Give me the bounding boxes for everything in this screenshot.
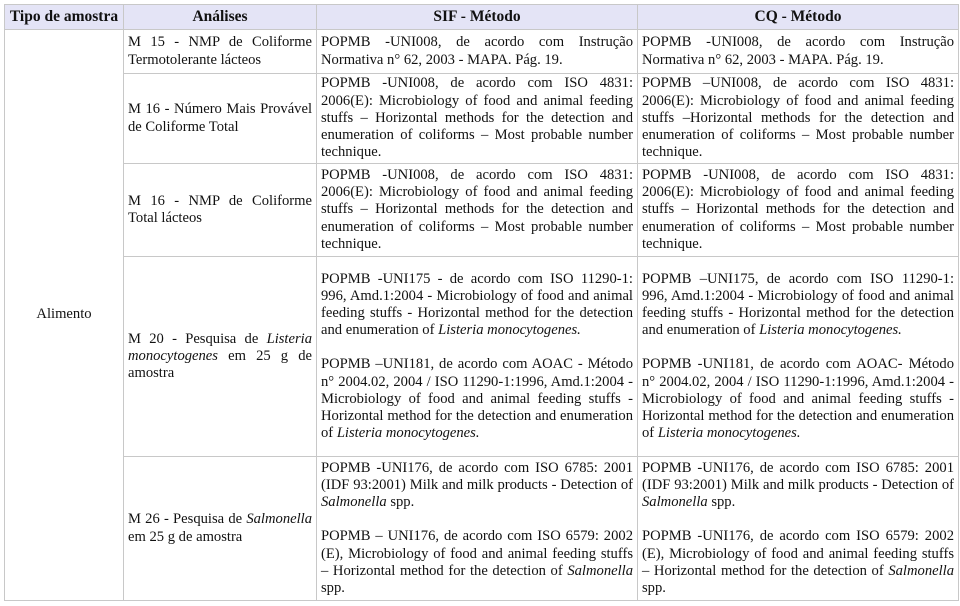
method-paragraph: POPMB -UNI176, de acordo com ISO 6579: 2… (642, 528, 954, 597)
cq-method-cell: POPMB –UNI175, de acordo com ISO 11290-1… (637, 256, 959, 457)
header-sif-method: SIF - Método (316, 4, 638, 30)
method-paragraph: POPMB -UNI008, de acordo com ISO 4831: 2… (321, 167, 633, 253)
text-run: POPMB -UNI008, de acordo com Instrução N… (321, 34, 633, 68)
cq-method-cell: POPMB -UNI008, de acordo com ISO 4831: 2… (637, 163, 959, 257)
text-run: POPMB -UNI008, de acordo com Instrução N… (642, 34, 954, 68)
header-cq-method: CQ - Método (637, 4, 959, 30)
italic-text-run: Salmonella (321, 494, 387, 511)
table-row: M 16 - NMP de Coliforme Total lácteos PO… (5, 163, 959, 257)
italic-text-run: Salmonella (567, 562, 633, 579)
text-run: POPMB -UNI176, de acordo com ISO 6785: 2… (321, 459, 633, 493)
method-paragraph: POPMB -UNI181, de acordo com AOAC- Métod… (642, 356, 954, 442)
sif-method-cell: POPMB -UNI175 - de acordo com ISO 11290-… (316, 256, 638, 457)
table-row: M 20 - Pesquisa de Listeria monocytogene… (5, 256, 959, 457)
table-row: M 16 - Número Mais Provável de Coliforme… (5, 73, 959, 164)
method-paragraph: POPMB -UNI176, de acordo com ISO 6785: 2… (321, 460, 633, 512)
analysis-cell: M 16 - NMP de Coliforme Total lácteos (123, 163, 317, 257)
method-paragraph: POPMB –UNI181, de acordo com AOAC - Méto… (321, 356, 633, 442)
method-paragraph: POPMB –UNI008, de acordo com ISO 4831: 2… (642, 75, 954, 161)
text-run: POPMB -UNI176, de acordo com ISO 6785: 2… (642, 459, 954, 493)
italic-text-run: Salmonella (888, 562, 954, 579)
text-run: spp. (386, 494, 415, 511)
text-run: spp. (321, 580, 345, 596)
methods-table: Tipo de amostra Análises SIF - Método CQ… (4, 4, 959, 601)
italic-text-run: Salmonella (246, 511, 312, 528)
italic-text-run: Listeria monocytogenes. (759, 322, 902, 339)
method-paragraph: POPMB -UNI008, de acordo com Instrução N… (321, 34, 633, 68)
method-paragraph: POPMB -UNI008, de acordo com ISO 4831: 2… (321, 75, 633, 161)
text-run: POPMB -UNI008, de acordo com ISO 4831: 2… (321, 75, 633, 161)
text-run: M 16 - NMP de Coliforme Total lácteos (128, 192, 312, 226)
method-paragraph: POPMB -UNI176, de acordo com ISO 6785: 2… (642, 460, 954, 512)
sif-method-cell: POPMB -UNI008, de acordo com Instrução N… (316, 29, 638, 74)
sif-method-cell: POPMB -UNI176, de acordo com ISO 6785: 2… (316, 456, 638, 601)
table-body: Alimento M 15 - NMP de Coliforme Termoto… (4, 29, 959, 601)
sample-type-cell: Alimento (4, 29, 124, 601)
method-paragraph: POPMB –UNI175, de acordo com ISO 11290-1… (642, 271, 954, 340)
header-analyses: Análises (123, 4, 317, 30)
text-run: spp. (707, 494, 736, 511)
method-paragraph: POPMB – UNI176, de acordo com ISO 6579: … (321, 528, 633, 597)
cq-method-cell: POPMB –UNI008, de acordo com ISO 4831: 2… (637, 73, 959, 164)
analysis-cell: M 16 - Número Mais Provável de Coliforme… (123, 73, 317, 164)
text-run: POPMB -UNI008, de acordo com ISO 4831: 2… (321, 166, 633, 252)
italic-text-run: Listeria monocytogenes. (336, 425, 480, 442)
italic-text-run: Salmonella (642, 494, 708, 511)
header-sample-type: Tipo de amostra (4, 4, 124, 30)
text-run: spp. (642, 580, 666, 596)
cq-method-cell: POPMB -UNI176, de acordo com ISO 6785: 2… (637, 456, 959, 601)
sif-method-cell: POPMB -UNI008, de acordo com ISO 4831: 2… (316, 163, 638, 257)
table-row: Alimento M 15 - NMP de Coliforme Termoto… (4, 29, 959, 601)
cq-method-cell: POPMB -UNI008, de acordo com Instrução N… (637, 29, 959, 74)
header-row: Tipo de amostra Análises SIF - Método CQ… (4, 4, 959, 30)
table-row: M 26 - Pesquisa de Salmonella em 25 g de… (5, 456, 959, 601)
text-run: em 25 g de amostra (128, 528, 243, 545)
method-paragraph: POPMB -UNI175 - de acordo com ISO 11290-… (321, 271, 633, 340)
method-paragraph: POPMB -UNI008, de acordo com Instrução N… (642, 34, 954, 68)
method-paragraph: POPMB -UNI008, de acordo com ISO 4831: 2… (642, 167, 954, 253)
italic-text-run: Listeria monocytogenes. (438, 322, 581, 339)
text-run: POPMB -UNI008, de acordo com ISO 4831: 2… (642, 166, 954, 252)
text-run: M 16 - Número Mais Provável de Coliforme… (128, 101, 312, 135)
analysis-cell: M 26 - Pesquisa de Salmonella em 25 g de… (123, 456, 317, 601)
text-run: M 15 - NMP de Coliforme Termotolerante l… (128, 34, 312, 68)
sif-method-cell: POPMB -UNI008, de acordo com ISO 4831: 2… (316, 73, 638, 164)
analysis-cell: M 20 - Pesquisa de Listeria monocytogene… (123, 256, 317, 457)
text-run: M 26 - Pesquisa de (128, 511, 247, 528)
text-run: M 20 - Pesquisa de (128, 330, 267, 347)
analysis-cell: M 15 - NMP de Coliforme Termotolerante l… (123, 29, 317, 74)
italic-text-run: Listeria monocytogenes. (657, 425, 801, 442)
text-run: POPMB –UNI008, de acordo com ISO 4831: 2… (642, 75, 954, 161)
